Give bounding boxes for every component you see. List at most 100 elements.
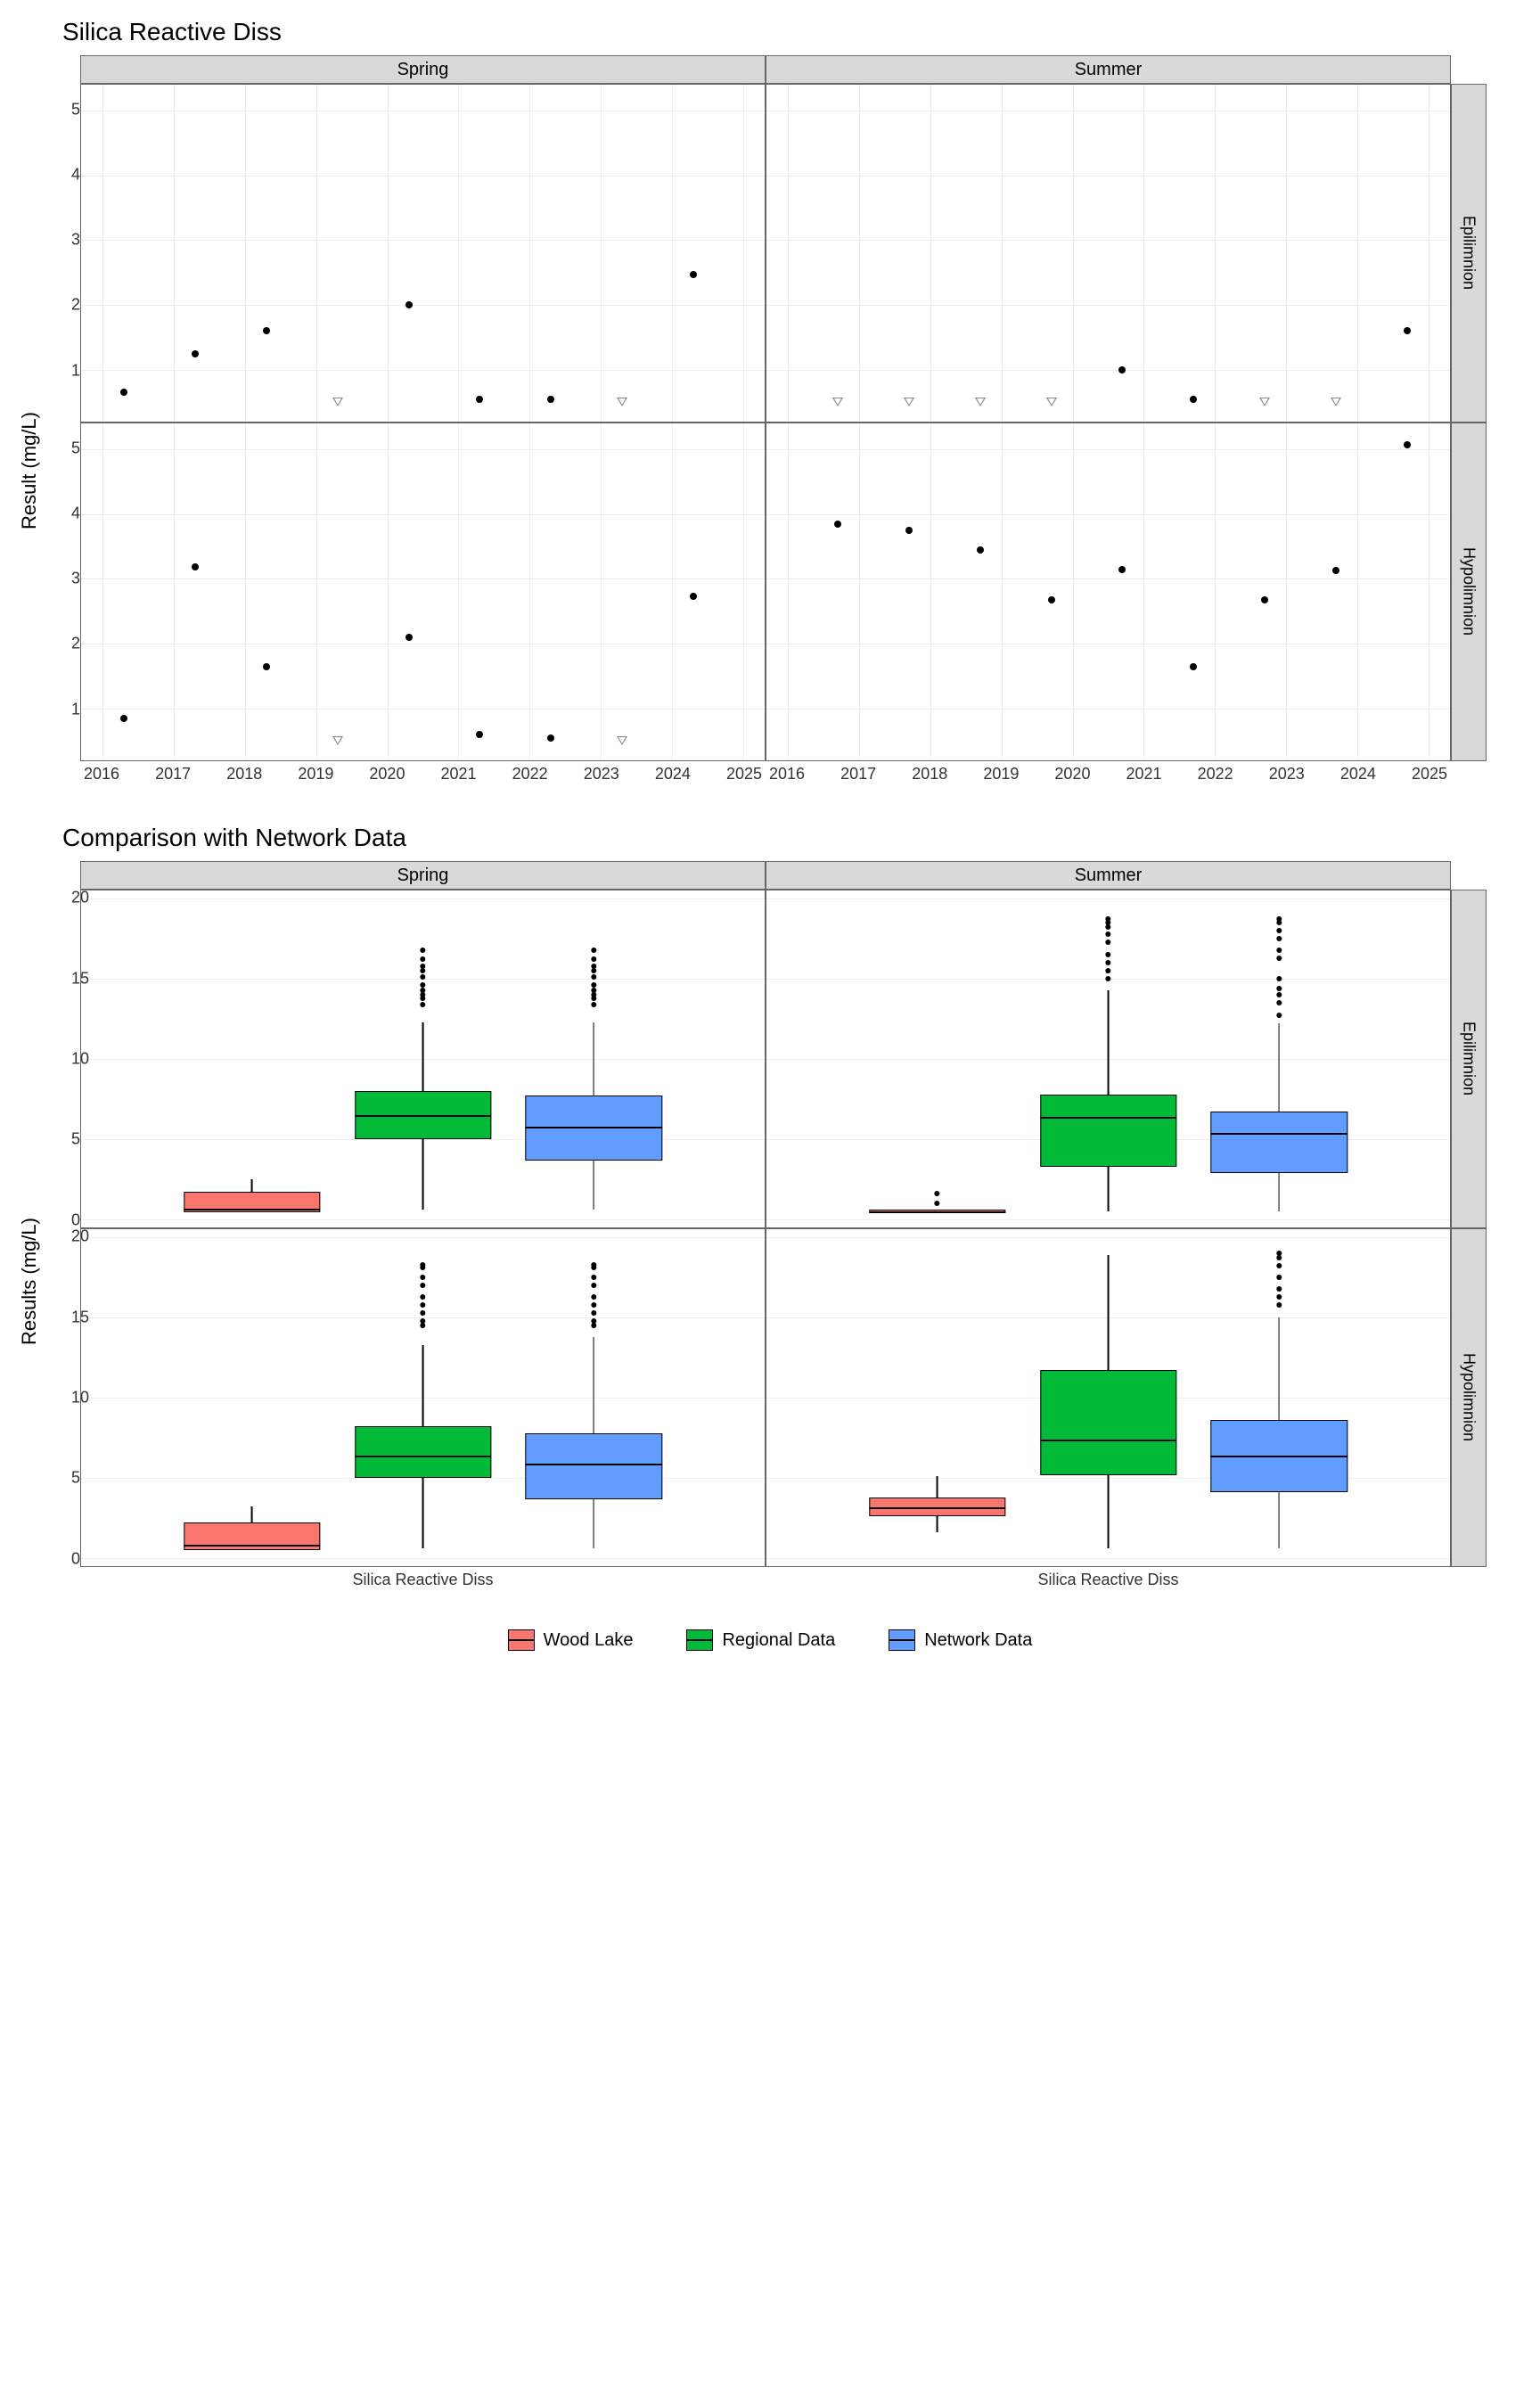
strip-top-summer: Summer <box>766 861 1451 890</box>
outlier <box>935 1191 940 1196</box>
x-tick: 2016 <box>84 765 119 784</box>
outlier <box>1276 1013 1282 1018</box>
outlier <box>420 1262 425 1268</box>
outlier <box>591 1283 596 1288</box>
outlier <box>591 964 596 969</box>
outlier <box>1276 1000 1282 1005</box>
data-point <box>547 734 554 742</box>
outlier <box>1276 1286 1282 1292</box>
outlier <box>1105 924 1110 930</box>
data-point-open <box>832 398 843 406</box>
outlier <box>420 1302 425 1308</box>
x-tick: 2025 <box>726 765 762 784</box>
strip-top-spring: Spring <box>80 861 766 890</box>
data-point-open <box>975 398 986 406</box>
data-point <box>1190 396 1197 403</box>
outlier <box>420 1283 425 1288</box>
x-tick: 2024 <box>655 765 691 784</box>
outlier <box>935 1201 940 1206</box>
y-tick: 3 <box>71 570 1479 588</box>
x-tick: 2018 <box>912 765 947 784</box>
y-tick: 2 <box>71 635 1479 653</box>
data-point <box>1404 327 1411 334</box>
y-tick: 10 <box>71 1050 1479 1069</box>
data-point <box>120 389 127 396</box>
outlier <box>1276 1251 1282 1256</box>
data-point-open <box>1331 398 1341 406</box>
outlier <box>1276 1255 1282 1260</box>
legend-item-regional-data: Regional Data <box>686 1629 835 1651</box>
outlier <box>591 992 596 997</box>
outlier <box>420 988 425 993</box>
data-point <box>1261 596 1268 603</box>
strip-top-spring: Spring <box>80 55 766 84</box>
y-tick: 0 <box>71 1549 1479 1568</box>
x-tick: 2019 <box>983 765 1019 784</box>
y-tick: 4 <box>71 505 1479 523</box>
data-point <box>192 350 199 357</box>
outlier <box>420 1002 425 1007</box>
y-tick: 10 <box>71 1389 1479 1407</box>
data-point <box>1048 596 1055 603</box>
x-tick: 2020 <box>369 765 405 784</box>
y-tick: 5 <box>71 439 1479 458</box>
x-tick: 2023 <box>584 765 619 784</box>
outlier <box>1105 952 1110 957</box>
legend-key-icon <box>686 1629 713 1651</box>
outlier <box>591 988 596 993</box>
outlier <box>1105 931 1110 937</box>
x-tick: 2020 <box>1054 765 1090 784</box>
x-tick: 2017 <box>840 765 876 784</box>
data-point-open <box>1259 398 1270 406</box>
data-point-open <box>332 398 343 406</box>
legend-label: Network Data <box>924 1630 1032 1651</box>
x-tick: 2025 <box>1412 765 1447 784</box>
outlier <box>1276 948 1282 953</box>
legend: Wood Lake Regional Data Network Data <box>18 1629 1522 1651</box>
y-tick: 1 <box>71 700 1479 718</box>
boxplot-title: Comparison with Network Data <box>62 824 1522 852</box>
outlier <box>420 1275 425 1280</box>
data-point <box>547 396 554 403</box>
x-tick: 2021 <box>1126 765 1162 784</box>
data-point <box>263 327 270 334</box>
x-tick: 2022 <box>512 765 548 784</box>
outlier <box>591 1294 596 1300</box>
legend-key-icon <box>508 1629 535 1651</box>
scatter-title: Silica Reactive Diss <box>62 18 1522 46</box>
data-point <box>476 731 483 738</box>
x-tick: 2016 <box>769 765 805 784</box>
outlier <box>420 948 425 953</box>
data-point <box>263 663 270 670</box>
outlier <box>1276 956 1282 961</box>
data-point <box>690 593 697 600</box>
scatter-facet-grid: SpringSummerEpilimnionHypolimnion2016201… <box>80 55 1487 788</box>
data-point-open <box>1046 398 1057 406</box>
outlier <box>591 1262 596 1268</box>
legend-item-wood-lake: Wood Lake <box>508 1629 634 1651</box>
x-category-label: Silica Reactive Diss <box>352 1571 493 1589</box>
outlier <box>1276 916 1282 922</box>
x-tick: 2022 <box>1198 765 1233 784</box>
y-tick: 5 <box>71 1469 1479 1488</box>
y-tick: 15 <box>71 1308 1479 1326</box>
legend-key-icon <box>889 1629 915 1651</box>
y-tick: 20 <box>71 889 1479 907</box>
outlier <box>420 1294 425 1300</box>
outlier <box>420 992 425 997</box>
outlier <box>1105 916 1110 922</box>
outlier <box>591 956 596 962</box>
outlier <box>1276 1302 1282 1308</box>
x-tick: 2019 <box>298 765 333 784</box>
outlier <box>1105 940 1110 945</box>
boxplot-chart-section: Comparison with Network Data Results (mg… <box>18 824 1522 1594</box>
y-tick: 3 <box>71 231 1479 250</box>
outlier <box>1276 936 1282 941</box>
y-tick: 15 <box>71 969 1479 988</box>
legend-item-network-data: Network Data <box>889 1629 1032 1651</box>
data-point-open <box>904 398 914 406</box>
y-tick: 4 <box>71 166 1479 185</box>
y-tick: 20 <box>71 1227 1479 1246</box>
data-point <box>905 527 913 534</box>
boxplot-ylabel: Results (mg/L) <box>18 1218 41 1345</box>
